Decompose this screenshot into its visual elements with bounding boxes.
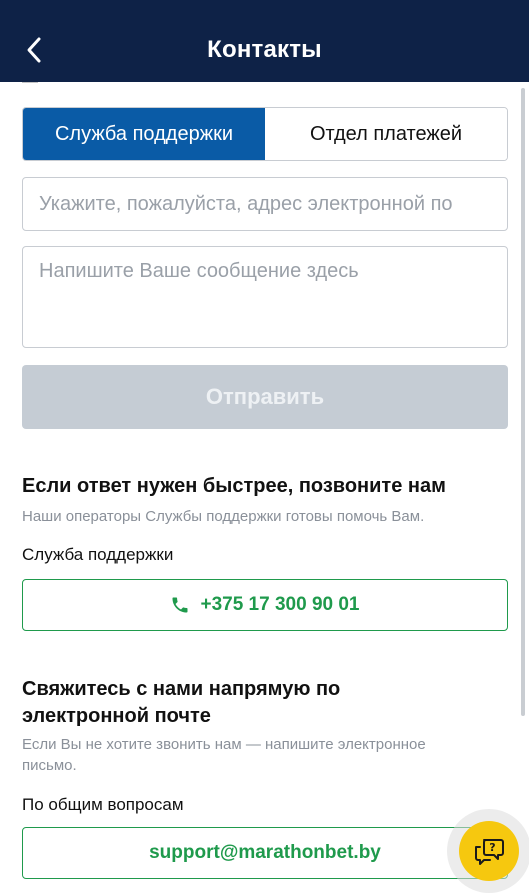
partial-text: —: [22, 82, 38, 91]
tab-support[interactable]: Служба поддержки: [23, 108, 265, 160]
chat-help-button[interactable]: ?: [459, 821, 519, 881]
phone-button[interactable]: +375 17 300 90 01: [22, 579, 508, 631]
phone-number: +375 17 300 90 01: [200, 594, 360, 615]
support-label: Служба поддержки: [22, 545, 174, 564]
email-section-subtitle-2: письмо.: [22, 757, 77, 774]
tab-payments[interactable]: Отдел платежей: [265, 108, 507, 160]
send-button[interactable]: Отправить: [22, 365, 508, 429]
app-header: Контакты: [0, 0, 529, 82]
contacts-content: — Служба поддержки Отдел платежей Укажит…: [0, 82, 529, 896]
support-email: support@marathonbet.by: [149, 842, 381, 863]
scrollbar[interactable]: [521, 88, 525, 716]
email-section-title-2: электронной почте: [22, 705, 211, 727]
phone-icon: [172, 597, 188, 613]
general-questions-label: По общим вопросам: [22, 795, 184, 814]
call-section-subtitle: Наши операторы Службы поддержки готовы п…: [22, 508, 425, 525]
message-textarea[interactable]: Напишите Ваше сообщение здесь: [22, 246, 508, 348]
page-title: Контакты: [207, 36, 322, 63]
call-section-title: Если ответ нужен быстрее, позвоните нам: [22, 475, 446, 497]
email-button[interactable]: support@marathonbet.by: [22, 827, 508, 879]
svg-text:?: ?: [489, 841, 495, 854]
email-input[interactable]: Укажите, пожалуйста, адрес электронной п…: [22, 177, 508, 231]
email-section-subtitle-1: Если Вы не хотите звонить нам — напишите…: [22, 736, 426, 753]
email-section-title-1: Свяжитесь с нами напрямую по: [22, 678, 341, 700]
contact-tabs: Служба поддержки Отдел платежей: [22, 107, 508, 161]
chat-help-icon: ?: [475, 839, 504, 865]
